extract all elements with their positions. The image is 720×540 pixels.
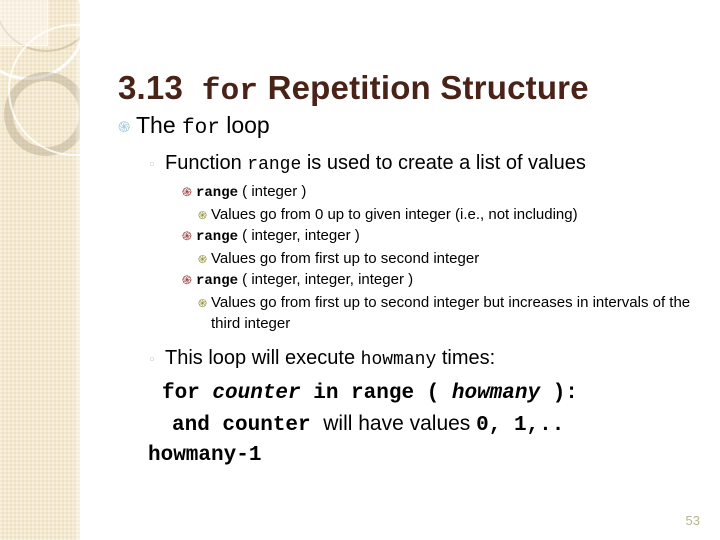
bullet-marker-level4-icon: ֍	[198, 253, 207, 266]
bullet-marker-level3-icon: ֍	[182, 185, 192, 199]
code-and-counter: and counter	[172, 414, 324, 437]
bullet-function-range: ◦ Function range is used to create a lis…	[148, 150, 706, 179]
bullet-marker-level3-icon: ֍	[182, 273, 192, 287]
loop-heading-post: times:	[436, 347, 496, 369]
slide-title-keyword: for	[201, 74, 259, 110]
bullet-the-for-loop: ֍ The for loop	[118, 110, 706, 144]
bullet-loop-execute-text: This loop will execute howmany times:	[165, 345, 706, 374]
range-2-description: Values go from first up to second intege…	[211, 250, 480, 267]
slide-title: ​3.13 for Repetition Structure	[118, 66, 589, 114]
code-line-for-statement: for counter in range ( howmany ):	[162, 379, 706, 409]
lvl1-keyword: for	[182, 117, 220, 140]
band-edge-fade	[74, 0, 80, 540]
lvl1-post: loop	[219, 112, 270, 138]
range-3-signature: ( integer, integer, integer )	[238, 271, 414, 288]
code-close-paren: ):	[540, 382, 578, 405]
list-item-range-1-desc: ֍ Values go from 0 up to given integer (…	[198, 204, 706, 225]
bullet-marker-level3-icon: ֍	[182, 229, 192, 243]
bullet-function-range-text: Function range is used to create a list …	[165, 150, 706, 179]
range-heading-keyword: range	[247, 155, 302, 175]
decorative-left-band	[0, 0, 80, 540]
lvl1-pre: The	[136, 112, 183, 138]
loop-heading-pre: This loop will execute	[165, 347, 361, 369]
slide-title-number: 3.13	[118, 69, 184, 107]
range-1-name: range	[196, 185, 239, 201]
list-item-range-3-desc: ֍ Values go from first up to second inte…	[198, 292, 706, 334]
code-will-have-values: will have values	[323, 412, 477, 435]
bullet-marker-level1-icon: ֍	[118, 118, 131, 136]
list-item-range-2-text: range ( integer, integer )	[196, 225, 706, 248]
bullet-marker-level4-icon: ֍	[198, 209, 207, 222]
list-item-range-2-desc: ֍ Values go from first up to second inte…	[198, 248, 706, 269]
slide-content: ֍ The for loop ◦ Function range is used …	[118, 110, 706, 471]
code-in-range: in range (	[300, 382, 452, 405]
bullet-the-for-loop-text: The for loop	[136, 110, 706, 144]
range-heading-pre: Function	[165, 152, 248, 174]
code-values-list: 0, 1,..	[476, 414, 565, 437]
code-howmany-variable: howmany	[451, 382, 541, 405]
range-3-name: range	[196, 273, 239, 289]
slide-title-text: Repetition Structure	[267, 69, 589, 107]
code-counter-variable: counter	[212, 382, 301, 405]
range-2-signature: ( integer, integer )	[238, 227, 360, 244]
list-item-range-3-text: range ( integer, integer, integer )	[196, 269, 706, 292]
range-3-description: Values go from first up to second intege…	[211, 294, 691, 332]
code-line-and-counter: and counter will have values 0, 1,..	[172, 409, 706, 441]
bullet-marker-level4-icon: ֍	[198, 297, 207, 310]
range-heading-post: is used to create a list of values	[301, 152, 586, 174]
code-line-howmany-minus-one: howmany-1	[148, 444, 262, 467]
list-item-range-1: ֍ range ( integer )	[182, 181, 706, 204]
page-number: 53	[685, 513, 700, 528]
list-item-range-2: ֍ range ( integer, integer )	[182, 225, 706, 248]
range-2-name: range	[196, 229, 239, 245]
list-item-range-1-text: range ( integer )	[196, 181, 706, 204]
bullet-loop-execute: ◦ This loop will execute howmany times:	[148, 345, 706, 374]
range-1-signature: ( integer )	[238, 183, 307, 200]
code-block: for counter in range ( howmany ): and co…	[148, 379, 706, 471]
bullet-marker-level2-icon: ◦	[148, 353, 156, 368]
range-1-description: Values go from 0 up to given integer (i.…	[211, 206, 578, 223]
bullet-marker-level2-icon: ◦	[148, 158, 156, 173]
list-item-range-3: ֍ range ( integer, integer, integer )	[182, 269, 706, 292]
code-for-keyword: for	[162, 382, 213, 405]
loop-heading-keyword: howmany	[360, 350, 437, 370]
